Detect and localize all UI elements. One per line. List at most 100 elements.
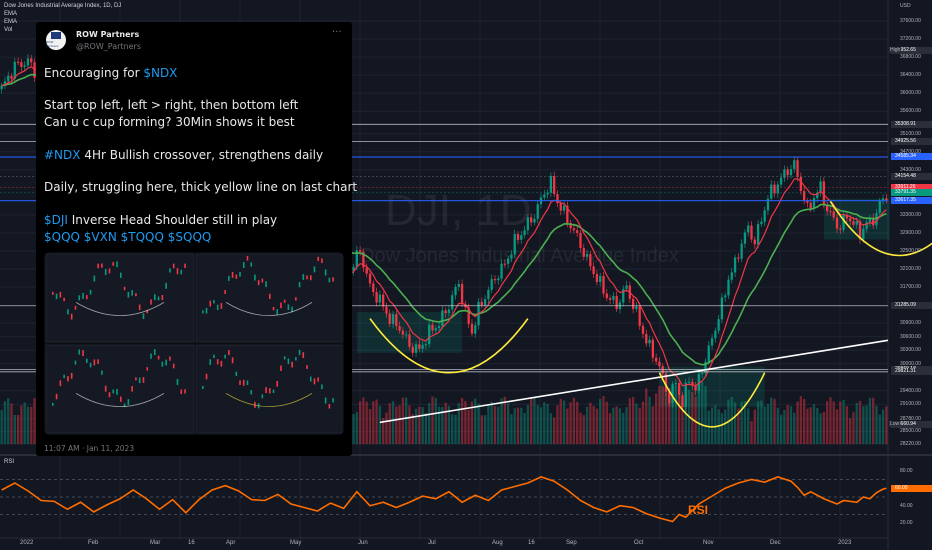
tweet-line: Daily, struggling here, thick yellow lin…	[44, 180, 357, 194]
tweet-line: $DJI Inverse Head Shoulder still in play	[44, 213, 277, 227]
volume-bar	[418, 406, 421, 444]
tweet-line: Encouraging for $NDX	[44, 66, 177, 80]
price-level-box: 35308.91	[891, 120, 932, 128]
thumbnail-candle	[116, 388, 118, 395]
volume-bar	[638, 407, 641, 444]
volume-bar	[464, 400, 467, 444]
volume-bar	[829, 397, 832, 444]
tweet-timestamp[interactable]: 11:07 AM · Jan 11, 2023	[44, 444, 134, 453]
more-options-icon[interactable]: ···	[332, 27, 342, 38]
high-low-tag: High	[889, 47, 902, 54]
volume-bar	[648, 396, 651, 444]
time-tick-label: Mar	[150, 540, 161, 546]
tweet-attached-image[interactable]	[44, 252, 344, 435]
volume-bar	[822, 411, 826, 444]
volume-bar	[579, 412, 582, 444]
candle	[595, 273, 599, 282]
thumbnail-candle	[287, 304, 290, 310]
candle	[26, 58, 30, 66]
candle	[411, 346, 414, 353]
candle	[635, 306, 638, 310]
thumbnail-candle	[321, 384, 323, 390]
thumbnail-candle	[239, 380, 241, 385]
thumbnail-candle	[272, 306, 275, 311]
candle	[437, 325, 441, 329]
volume-bar	[714, 405, 717, 444]
volume-bar	[460, 398, 464, 444]
volume-bar	[710, 407, 714, 444]
price-tick-label: 32900.00	[900, 229, 921, 236]
thumbnail-candle	[135, 293, 137, 297]
thumbnail-candle	[154, 294, 156, 301]
volume-bar	[506, 403, 510, 444]
volume-bar	[497, 406, 500, 444]
thumbnail-candle	[261, 278, 264, 283]
price-tick-label: 33300.00	[900, 211, 921, 218]
tweet-line: #NDX 4Hr Bullish crossover, strengthens …	[44, 148, 323, 162]
volume-bar	[490, 401, 493, 444]
thumbnail-candle	[127, 399, 130, 405]
thumbnail-candle	[78, 349, 81, 355]
volume-bar	[408, 405, 411, 444]
tweet-hashtag-link[interactable]: $DJI	[44, 213, 68, 227]
volume-bar	[724, 409, 727, 444]
tweet-hashtag-link[interactable]: $NDX	[143, 66, 177, 80]
price-level-box: 31285.09	[891, 302, 932, 310]
candle	[510, 254, 513, 259]
tweet-hashtag-link[interactable]: #NDX	[44, 148, 81, 162]
volume-bar	[654, 393, 658, 444]
time-tick-label: Oct	[634, 540, 644, 546]
thumbnail-candle	[184, 389, 186, 394]
price-tick-label: 32500.00	[900, 247, 921, 254]
price-tick-label: 30600.00	[900, 333, 921, 340]
indicator-volume[interactable]: Vol	[4, 26, 12, 35]
tweet-author-handle[interactable]: @ROW_Partners	[76, 42, 141, 51]
candle	[454, 286, 457, 296]
candle	[414, 344, 418, 353]
volume-bar	[786, 404, 789, 444]
thumbnail-candle	[176, 378, 179, 385]
candle	[849, 218, 852, 222]
volume-bar	[809, 407, 812, 444]
chart-root: DJI, 1D Dow Jones Industrial Average Inde…	[0, 0, 932, 550]
volume-bar	[625, 407, 628, 444]
price-tick-label: 30300.00	[900, 347, 921, 354]
volume-bar	[852, 412, 855, 444]
tweet-text: Encouraging for	[44, 66, 144, 80]
candle	[480, 301, 483, 306]
time-tick-label: Sep	[566, 540, 577, 546]
volume-bar	[401, 397, 405, 444]
candle	[431, 324, 434, 331]
thumbnail-candle	[250, 262, 252, 267]
tweet-hashtag-link[interactable]: $QQQ $VXN $TQQQ $SQQQ	[44, 230, 211, 244]
thumbnail-candle	[52, 402, 54, 406]
volume-bar	[352, 413, 355, 444]
volume-bar	[474, 398, 477, 444]
candle	[474, 325, 477, 334]
volume-bar	[385, 412, 388, 444]
thumbnail-candle	[93, 275, 96, 282]
thumbnail-candle	[89, 289, 92, 295]
candle	[395, 314, 398, 327]
candle	[457, 283, 460, 287]
thumbnail-candle	[205, 373, 208, 380]
thumbnail-candle	[123, 286, 126, 291]
thumbnail-candle	[228, 350, 230, 356]
volume-bar	[566, 408, 569, 444]
thumbnail-candle	[55, 393, 58, 400]
thumbnail-candle	[104, 268, 107, 275]
tweet-author-name[interactable]: ROW Partners	[76, 30, 139, 39]
avatar[interactable]: ROW Partners	[46, 30, 66, 50]
thumbnail-candle	[97, 263, 99, 269]
rsi-tick-label: 40.00	[900, 502, 913, 509]
time-tick-label: 16	[188, 540, 195, 546]
candle	[681, 395, 684, 408]
price-level-box: 34154.48	[891, 172, 932, 180]
price-tick-label: 28220.00	[900, 441, 921, 447]
thumbnail-candle	[180, 269, 183, 275]
volume-bar	[375, 399, 378, 444]
candle	[368, 273, 372, 284]
candle	[553, 176, 556, 195]
candle	[497, 278, 500, 281]
candle	[763, 210, 766, 222]
